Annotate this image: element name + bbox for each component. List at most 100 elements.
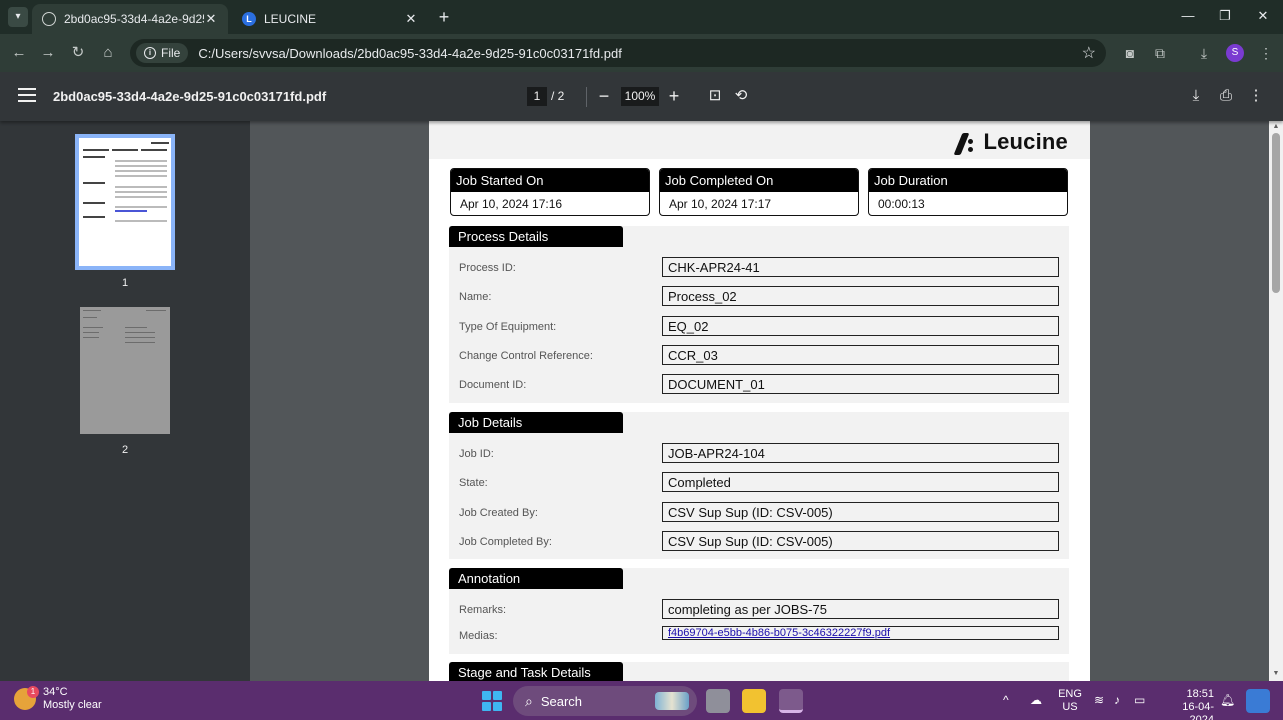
task-view-icon[interactable] <box>706 689 730 713</box>
bookmark-star-icon[interactable]: ☆ <box>1082 43 1096 63</box>
job-duration-card: Job Duration 00:00:13 <box>868 168 1068 216</box>
notifications-bell-icon[interactable]: 🔔︎ <box>1220 693 1235 707</box>
summary-value: Apr 10, 2024 17:16 <box>460 197 563 211</box>
section-title: Annotation <box>449 568 623 589</box>
leucine-logo-icon <box>954 131 976 155</box>
notification-badge: 1 <box>27 686 39 698</box>
tab-leucine[interactable]: L LEUCINE ✕ <box>232 4 428 34</box>
menu-icon[interactable] <box>18 88 36 102</box>
taskbar-search[interactable]: ⌕ Search <box>513 686 697 716</box>
volume-icon[interactable]: ♪ <box>1114 693 1120 707</box>
scrollbar-thumb[interactable] <box>1272 133 1280 293</box>
job-started-card: Job Started On Apr 10, 2024 17:16 <box>450 168 650 216</box>
leucine-favicon-icon: L <box>242 12 256 26</box>
window-close-icon[interactable]: ✕ <box>1253 8 1273 24</box>
page-header: Leucine <box>429 121 1090 159</box>
reload-icon[interactable]: ↻ <box>68 43 88 63</box>
weather-desc: Mostly clear <box>43 699 102 711</box>
detail-row: Type Of Equipment: EQ_02 <box>449 313 1069 342</box>
minimize-icon[interactable]: — <box>1178 8 1198 23</box>
detail-value: CSV Sup Sup (ID: CSV-005) <box>662 531 1059 551</box>
back-icon[interactable]: ← <box>9 43 29 63</box>
file-explorer-icon[interactable] <box>742 689 766 713</box>
tab-search-chevron-icon[interactable]: ▾ <box>8 7 28 27</box>
hidden-icons-chevron-icon[interactable]: ^ <box>1003 693 1009 707</box>
camera-icon[interactable]: ◙ <box>1120 43 1140 63</box>
detail-value: Process_02 <box>662 286 1059 306</box>
more-options-icon[interactable]: ⋮ <box>1246 86 1266 106</box>
detail-row: State: Completed <box>449 469 1069 498</box>
extensions-icon[interactable]: ⧉ <box>1150 43 1170 63</box>
page-number-input[interactable]: 1 <box>527 87 547 106</box>
process-details-section: Process Details Process ID: CHK-APR24-41… <box>449 226 1069 403</box>
stage-task-section: Stage and Task Details <box>449 662 1069 681</box>
detail-label: Change Control Reference: <box>459 350 593 362</box>
detail-row: Change Control Reference: CCR_03 <box>449 342 1069 371</box>
media-link[interactable]: f4b69704-e5bb-4b86-b075-3c46322227f9.pdf <box>662 626 1059 640</box>
restore-icon[interactable]: ❐ <box>1215 8 1235 24</box>
zoom-out-icon[interactable]: − <box>594 85 614 107</box>
copilot-icon[interactable] <box>1246 689 1270 713</box>
zoom-input[interactable]: 100% <box>621 87 659 106</box>
zoom-in-icon[interactable]: + <box>664 85 684 107</box>
scroll-down-icon[interactable]: ▼ <box>1269 670 1283 677</box>
weather-icon: 1 <box>14 686 39 710</box>
leucine-logo: Leucine <box>954 129 1068 155</box>
new-tab-button[interactable]: + <box>434 7 454 27</box>
language-indicator[interactable]: ENG US <box>1058 688 1082 714</box>
home-icon[interactable]: ⌂ <box>98 43 118 63</box>
onedrive-icon[interactable]: ☁ <box>1030 693 1042 707</box>
page-total: / 2 <box>551 89 565 103</box>
page-thumbnail-label: 2 <box>121 444 129 456</box>
detail-value: CHK-APR24-41 <box>662 257 1059 277</box>
site-info-label: File <box>161 46 181 60</box>
close-icon[interactable]: ✕ <box>204 11 218 27</box>
detail-value: completing as per JOBS-75 <box>662 599 1059 619</box>
tab-title: 2bd0ac95-33d4-4a2e-9d25-91c0c03171fd.pdf <box>64 12 204 26</box>
tab-pdf[interactable]: 2bd0ac95-33d4-4a2e-9d25-91c0c03171fd.pdf… <box>32 4 228 34</box>
detail-row: Name: Process_02 <box>449 283 1069 312</box>
language-code: ENG <box>1058 688 1082 700</box>
search-icon: ⌕ <box>525 692 533 709</box>
site-info-chip[interactable]: i File <box>136 43 189 63</box>
battery-icon[interactable]: ▭ <box>1134 693 1145 707</box>
browser-menu-icon[interactable]: ⋮ <box>1256 43 1276 63</box>
detail-value: JOB-APR24-104 <box>662 443 1059 463</box>
section-title: Stage and Task Details <box>449 662 623 681</box>
page-thumbnail-1[interactable] <box>75 134 175 270</box>
region-code: US <box>1062 701 1078 713</box>
detail-label: Name: <box>459 291 492 303</box>
wifi-icon[interactable]: ≋ <box>1094 693 1104 707</box>
close-icon[interactable]: ✕ <box>404 11 418 27</box>
toolbar-divider <box>586 87 587 107</box>
weather-temp: 34°C <box>43 686 68 698</box>
clock[interactable]: 18:51 16-04-2024 <box>1158 688 1214 720</box>
windows-taskbar: 1 34°C Mostly clear ⌕ Search ^ ☁ ENG US … <box>0 681 1283 720</box>
rotate-icon[interactable]: ⟲ <box>731 86 751 106</box>
detail-label: Medias: <box>459 630 498 642</box>
profile-avatar[interactable]: S <box>1226 44 1244 62</box>
detail-label: Type Of Equipment: <box>459 321 557 333</box>
summary-label: Job Started On <box>451 169 649 192</box>
scroll-up-icon[interactable]: ▲ <box>1269 123 1283 130</box>
print-icon[interactable]: ⎙ <box>1216 86 1236 106</box>
forward-icon[interactable]: → <box>38 43 58 63</box>
fit-page-icon[interactable]: ⊡ <box>705 86 725 106</box>
detail-label: Job Completed By: <box>459 536 552 548</box>
pdf-filename: 2bd0ac95-33d4-4a2e-9d25-91c0c03171fd.pdf <box>53 89 327 104</box>
chrome-icon[interactable] <box>779 689 803 713</box>
download-icon[interactable]: ⤓ <box>1186 86 1206 106</box>
detail-row: Remarks: completing as per JOBS-75 <box>449 596 1069 625</box>
page-thumbnail-2[interactable] <box>80 307 170 434</box>
omnibox[interactable]: i File C:/Users/svvsa/Downloads/2bd0ac95… <box>130 39 1106 67</box>
downloads-icon[interactable]: ⤓ <box>1194 43 1214 63</box>
detail-value: DOCUMENT_01 <box>662 374 1059 394</box>
vertical-scrollbar[interactable]: ▲ ▼ <box>1269 121 1283 681</box>
globe-icon <box>42 12 56 26</box>
detail-value: CCR_03 <box>662 345 1059 365</box>
weather-widget[interactable]: 1 34°C Mostly clear <box>14 686 102 712</box>
start-icon[interactable] <box>482 691 502 711</box>
detail-label: Document ID: <box>459 379 527 391</box>
info-icon: i <box>144 47 156 59</box>
detail-row: Job Created By: CSV Sup Sup (ID: CSV-005… <box>449 499 1069 528</box>
